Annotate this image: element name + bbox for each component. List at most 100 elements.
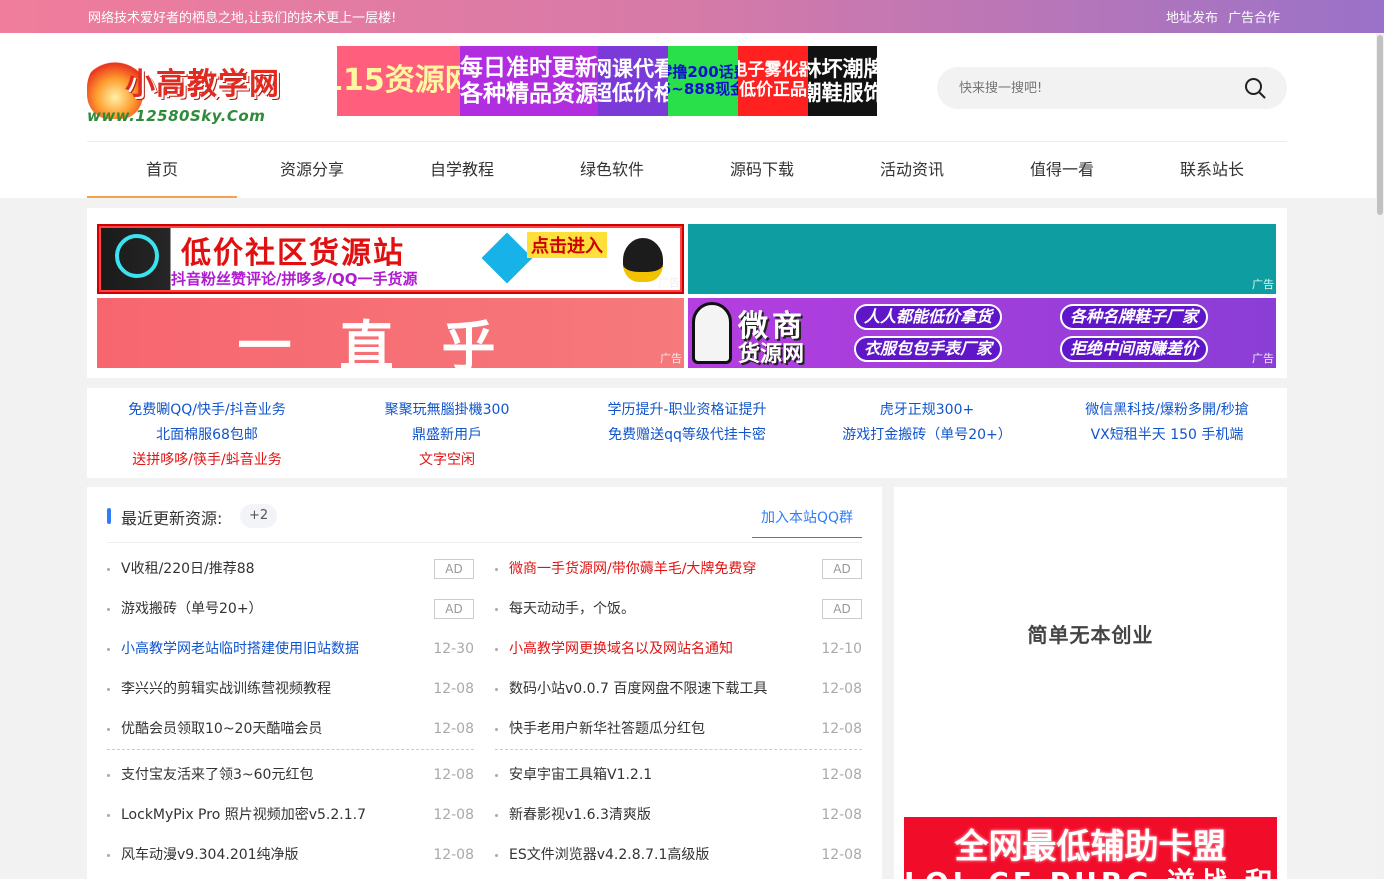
list-item-title[interactable]: 新春影视v1.6.3清爽版: [509, 795, 651, 835]
top-link-ads[interactable]: 广告合作: [1228, 11, 1280, 26]
ad-subtitle: 货源网: [738, 342, 805, 367]
ad-pill: 人人都能低价拿货: [854, 304, 1003, 330]
list-item-title[interactable]: 数码小站v0.0.7 百度网盘不限速下载工具: [509, 669, 767, 709]
ad-label: AD: [822, 559, 862, 579]
text-link[interactable]: 虎牙正规300+: [807, 398, 1047, 423]
text-link[interactable]: 文字空闲: [327, 448, 567, 473]
text-link-column: 免费唰QQ/快手/抖音业务 北面棉服68包邮 送拼哆哆/筷手/蚪音业务: [87, 398, 327, 473]
list-item-title[interactable]: 安卓宇宙工具箱V1.2.1: [509, 755, 652, 795]
text-link[interactable]: 鼎盛新用戶: [327, 423, 567, 448]
ad-pill: 各种名牌鞋子厂家: [1060, 304, 1209, 330]
cartoon-icon: [692, 302, 732, 364]
logo-text: 小高教学网: [125, 67, 280, 102]
ad-banner-wechat-supply[interactable]: 微商 货源网 人人都能低价拿货 各种名牌鞋子厂家 衣服包包手表厂家 拒绝中间商赚…: [688, 298, 1276, 368]
nav-item-home[interactable]: 首页: [87, 142, 237, 198]
text-link[interactable]: 北面棉服68包邮: [87, 423, 327, 448]
text-link-ads: 免费唰QQ/快手/抖音业务 北面棉服68包邮 送拼哆哆/筷手/蚪音业务 聚聚玩無…: [87, 388, 1287, 478]
banner-text: 低价正品: [739, 80, 807, 100]
text-link[interactable]: 游戏打金搬砖（单号20+）: [807, 423, 1047, 448]
ad-label: AD: [822, 599, 862, 619]
text-link[interactable]: 免费赠送qq等级代挂卡密: [567, 423, 807, 448]
penguin-icon: [623, 238, 663, 282]
nav-item-resources[interactable]: 资源分享: [237, 142, 387, 198]
text-link-column: 聚聚玩無腦掛機300 鼎盛新用戶 文字空闲: [327, 398, 567, 473]
list-item-title[interactable]: 游戏搬砖（单号20+）: [121, 589, 263, 629]
banner-text: 电子雾化器: [738, 60, 808, 81]
list-item[interactable]: 支付宝友活来了领3~60元红包 12-08: [107, 755, 474, 795]
list-item-title[interactable]: 每天动动手，个饭。: [509, 589, 635, 629]
sidebar-ad-card-league[interactable]: 全网最低辅助卡盟 LOL CF PUBG 逆战 和平: [904, 817, 1277, 879]
list-item-title[interactable]: ES文件浏览器v4.2.8.7.1高级版: [509, 835, 709, 875]
ad-banner-yizhihu[interactable]: 一直乎 广告: [97, 298, 684, 368]
nav-item-worth-seeing[interactable]: 值得一看: [987, 142, 1137, 198]
nav-item-contact[interactable]: 联系站长: [1137, 142, 1287, 198]
search-icon[interactable]: [1243, 76, 1267, 100]
ad-tag: 广告: [660, 352, 682, 365]
count-badge[interactable]: +2: [240, 504, 278, 528]
bullet-icon: [107, 568, 110, 571]
list-item-title[interactable]: 优酷会员领取10~20天酷喵会员: [121, 709, 322, 749]
list-item[interactable]: 新春影视v1.6.3清爽版 12-08: [495, 795, 862, 835]
list-item-date: 12-08: [433, 721, 474, 737]
join-qq-group-link[interactable]: 加入本站QQ群: [752, 498, 862, 538]
text-link[interactable]: VX短租半天 150 手机端: [1047, 423, 1287, 448]
text-link[interactable]: 聚聚玩無腦掛機300: [327, 398, 567, 423]
ad-label: AD: [434, 599, 474, 619]
list-item[interactable]: V收租/220日/推荐88 AD: [107, 549, 474, 589]
list-item[interactable]: 优酷会员领取10~20天酷喵会员 12-08: [107, 709, 474, 749]
bullet-icon: [107, 774, 110, 777]
list-item-title[interactable]: 风车动漫v9.304.201纯净版: [121, 835, 299, 875]
bullet-icon: [107, 648, 110, 651]
list-item-title[interactable]: LockMyPix Pro 照片视频加密v5.2.1.7: [121, 795, 366, 835]
text-link[interactable]: 送拼哆哆/筷手/蚪音业务: [87, 448, 327, 473]
bullet-icon: [495, 608, 498, 611]
list-item-title[interactable]: V收租/220日/推荐88: [121, 549, 255, 589]
list-item-date: 12-10: [821, 641, 862, 657]
list-item-title[interactable]: 李兴兴的剪辑实战训练营视频教程: [121, 669, 331, 709]
top-link-address[interactable]: 地址发布: [1166, 11, 1218, 26]
ad-banner-community-store[interactable]: 低价社区货源站 抖音粉丝赞评论/拼哆多/QQ一手货源 点击进入 广告: [97, 224, 684, 294]
scrollbar-thumb[interactable]: [1377, 35, 1383, 215]
bullet-icon: [495, 774, 498, 777]
list-item[interactable]: 游戏搬砖（单号20+） AD: [107, 589, 474, 629]
banner-cell: 115资源网: [337, 46, 460, 116]
list-item[interactable]: 安卓宇宙工具箱V1.2.1 12-08: [495, 755, 862, 795]
list-item[interactable]: 数码小站v0.0.7 百度网盘不限速下载工具 12-08: [495, 669, 862, 709]
ad-banner-teal[interactable]: 广告: [688, 224, 1276, 294]
list-item-date: 12-08: [433, 847, 474, 863]
list-item-date: 12-08: [433, 681, 474, 697]
nav-item-events[interactable]: 活动资讯: [837, 142, 987, 198]
banner-text: 网课代看: [598, 56, 668, 81]
list-item[interactable]: 小高教学网老站临时搭建使用旧站数据 12-30: [107, 629, 474, 669]
text-link[interactable]: 微信黑科技/爆粉多開/秒搶: [1047, 398, 1287, 423]
bullet-icon: [107, 608, 110, 611]
list-item[interactable]: 微商一手货源网/带你薅羊毛/大牌免费穿 AD: [495, 549, 862, 589]
nav-item-software[interactable]: 绿色软件: [537, 142, 687, 198]
panel-header: 最近更新资源: +2 加入本站QQ群: [107, 503, 862, 543]
list-item-title[interactable]: 小高教学网更换域名以及网站名通知: [509, 629, 733, 669]
ad-pill: 拒绝中间商赚差价: [1060, 336, 1209, 362]
nav-item-source-code[interactable]: 源码下载: [687, 142, 837, 198]
site-logo[interactable]: 小高教学网 www.12580Sky.Com: [87, 51, 279, 129]
list-item[interactable]: 每天动动手，个饭。 AD: [495, 589, 862, 629]
bullet-icon: [495, 728, 498, 731]
list-item[interactable]: ES文件浏览器v4.2.8.7.1高级版 12-08: [495, 835, 862, 875]
list-item-title[interactable]: 小高教学网老站临时搭建使用旧站数据: [121, 629, 359, 669]
header-banner-ad[interactable]: 115资源网 每日准时更新各种精品资源 网课代看超低价格 零撸200话费5~88…: [337, 46, 877, 116]
text-link[interactable]: 学历提升-职业资格证提升: [567, 398, 807, 423]
text-link[interactable]: 免费唰QQ/快手/抖音业务: [87, 398, 327, 423]
search-input[interactable]: [959, 77, 1239, 99]
list-item[interactable]: 快手老用户新华社答题瓜分红包 12-08: [495, 709, 862, 749]
list-item[interactable]: 小高教学网更换域名以及网站名通知 12-10: [495, 629, 862, 669]
page-scrollbar[interactable]: [1376, 33, 1384, 879]
list-item-title[interactable]: 支付宝友活来了领3~60元红包: [121, 755, 313, 795]
ad-tag: 广告: [658, 276, 680, 289]
bullet-icon: [107, 854, 110, 857]
list-item-title[interactable]: 快手老用户新华社答题瓜分红包: [509, 709, 705, 749]
list-item[interactable]: LockMyPix Pro 照片视频加密v5.2.1.7 12-08: [107, 795, 474, 835]
list-item-title[interactable]: 微商一手货源网/带你薅羊毛/大牌免费穿: [509, 549, 756, 589]
list-item[interactable]: 李兴兴的剪辑实战训练营视频教程 12-08: [107, 669, 474, 709]
resource-list-right: 微商一手货源网/带你薅羊毛/大牌免费穿 AD 每天动动手，个饭。 AD 小高教学网更换域…: [495, 549, 862, 875]
nav-item-tutorials[interactable]: 自学教程: [387, 142, 537, 198]
list-item[interactable]: 风车动漫v9.304.201纯净版 12-08: [107, 835, 474, 875]
